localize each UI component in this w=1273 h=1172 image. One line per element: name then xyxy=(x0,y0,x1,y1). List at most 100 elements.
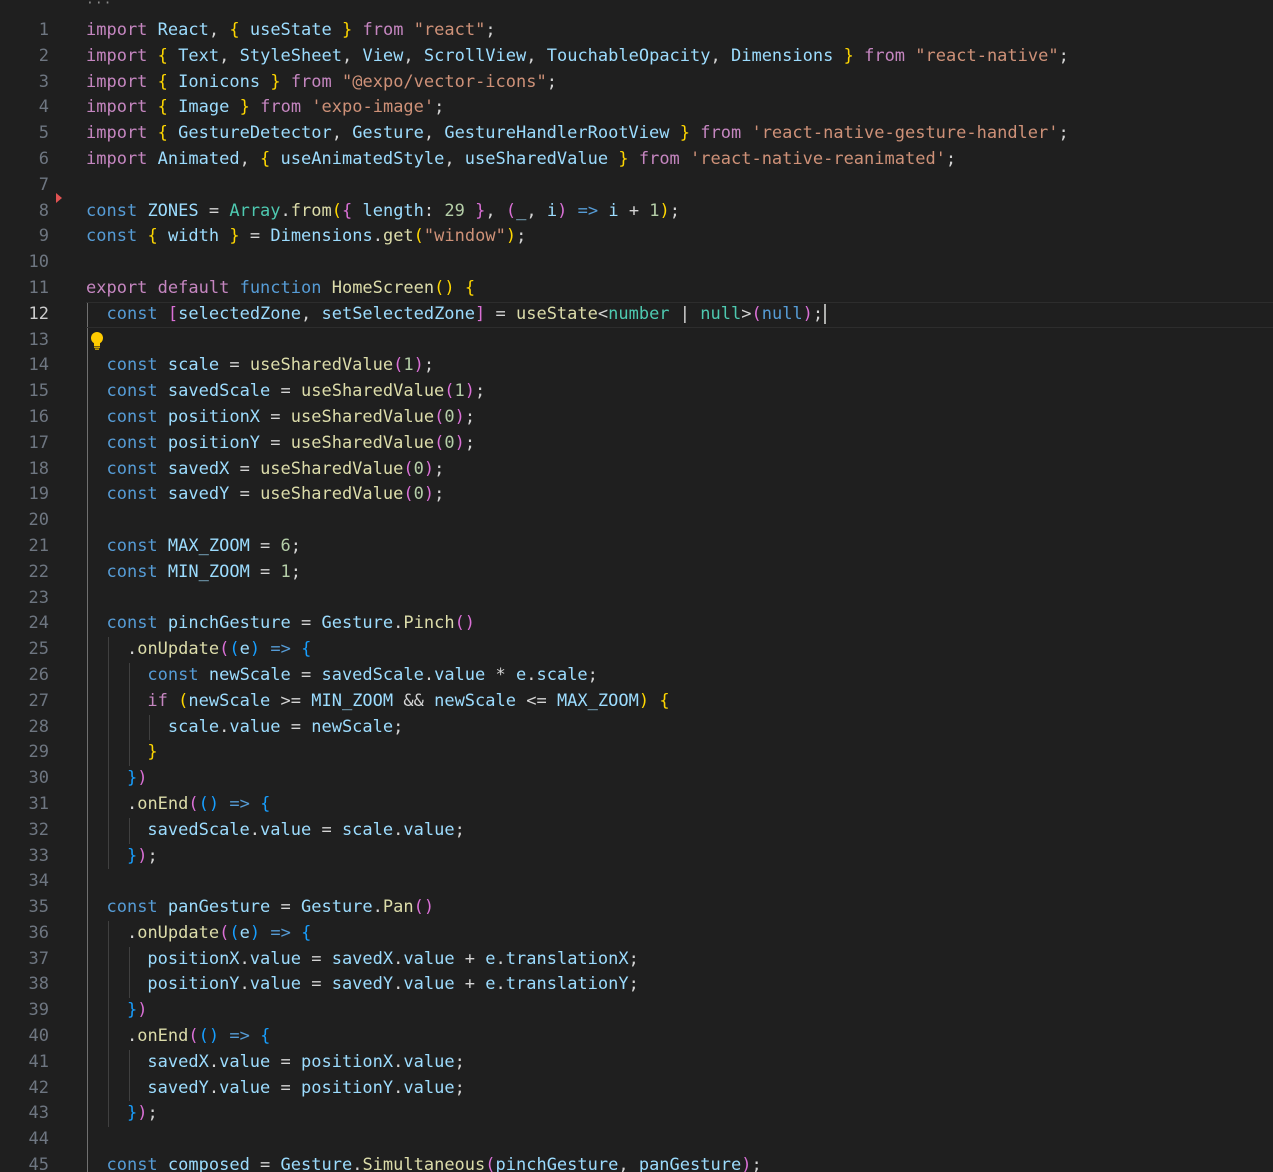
code-line-38[interactable]: 38 positionY.value = savedY.value + e.tr… xyxy=(0,972,1273,999)
code-line-7[interactable]: 7 xyxy=(0,173,1273,199)
code-text[interactable]: savedY.value = positionY.value; xyxy=(86,1076,464,1102)
code-text[interactable]: scale.value = newScale; xyxy=(86,715,403,741)
code-text[interactable]: } xyxy=(86,740,157,766)
code-text[interactable]: savedX.value = positionX.value; xyxy=(86,1050,464,1076)
code-text[interactable]: const positionY = useSharedValue(0); xyxy=(86,431,475,457)
code-line-33[interactable]: 33 }); xyxy=(0,843,1273,870)
code-text[interactable]: const { width } = Dimensions.get("window… xyxy=(86,224,526,250)
code-text[interactable]: positionY.value = savedY.value + e.trans… xyxy=(86,972,638,998)
code-line-36[interactable]: 36 .onUpdate((e) => { xyxy=(0,920,1273,947)
code-line-25[interactable]: 25 .onUpdate((e) => { xyxy=(0,637,1273,663)
code-line-28[interactable]: 28 scale.value = newScale; xyxy=(0,714,1273,741)
code-text[interactable]: savedScale.value = scale.value; xyxy=(86,818,464,844)
code-token: ) xyxy=(413,355,424,376)
code-line-42[interactable]: 42 savedY.value = positionY.value; xyxy=(0,1075,1273,1102)
code-text[interactable]: .onEnd(() => { xyxy=(86,1024,270,1050)
code-text[interactable]: const savedScale = useSharedValue(1); xyxy=(86,379,485,405)
code-text[interactable]: }) xyxy=(86,766,148,792)
code-text[interactable]: const composed = Gesture.Simultaneous(pi… xyxy=(86,1153,761,1172)
code-token: Gesture xyxy=(280,1155,353,1172)
code-line-12[interactable]: 12 const [selectedZone, setSelectedZone]… xyxy=(0,301,1273,328)
code-text[interactable]: const scale = useSharedValue(1); xyxy=(86,353,434,379)
code-line-34[interactable]: 34 xyxy=(0,869,1273,896)
code-text[interactable]: .onUpdate((e) => { xyxy=(86,921,311,947)
code-text[interactable]: import { Image } from 'expo-image'; xyxy=(86,95,444,121)
code-text[interactable]: import React, { useState } from "react"; xyxy=(86,18,496,44)
fold-indicator[interactable]: ··· xyxy=(86,0,112,11)
code-text[interactable]: const ZONES = Array.from({ length: 29 },… xyxy=(86,199,680,225)
code-line-9[interactable]: 9 const { width } = Dimensions.get("windo… xyxy=(0,224,1273,250)
code-line-37[interactable]: 37 positionX.value = savedX.value + e.tr… xyxy=(0,946,1273,973)
code-line-43[interactable]: 43 }); xyxy=(0,1101,1273,1128)
code-text[interactable]: if (newScale >= MIN_ZOOM && newScale <= … xyxy=(86,689,669,715)
code-lines[interactable]: 1 import React, { useState } from "react"… xyxy=(0,18,1273,1172)
code-line-3[interactable]: 3 import { Ionicons } from "@expo/vector-… xyxy=(0,70,1273,96)
code-line-2[interactable]: 2 import { Text, StyleSheet, View, Scroll… xyxy=(0,44,1273,70)
code-line-14[interactable]: 14 const scale = useSharedValue(1); xyxy=(0,353,1273,380)
code-line-35[interactable]: 35 const panGesture = Gesture.Pan() xyxy=(0,895,1273,921)
diff-marker-icon[interactable] xyxy=(56,192,62,203)
code-line-44[interactable]: 44 xyxy=(0,1127,1273,1154)
code-token: = xyxy=(229,484,261,505)
code-line-24[interactable]: 24 const pinchGesture = Gesture.Pinch() xyxy=(0,611,1273,638)
code-editor[interactable]: ··· 1 import React, { useState } from "re… xyxy=(0,0,1273,1172)
line-number: 34 xyxy=(28,871,49,892)
code-text[interactable]: const MIN_ZOOM = 1; xyxy=(86,560,301,586)
code-text[interactable]: }); xyxy=(86,844,158,870)
code-line-41[interactable]: 41 savedX.value = positionX.value; xyxy=(0,1049,1273,1076)
code-line-17[interactable]: 17 const positionY = useSharedValue(0); xyxy=(0,430,1273,457)
code-line-45[interactable]: 45 const composed = Gesture.Simultaneous… xyxy=(0,1153,1273,1172)
code-text[interactable]: positionX.value = savedX.value + e.trans… xyxy=(86,947,638,973)
code-text[interactable]: const [selectedZone, setSelectedZone] = … xyxy=(86,302,827,328)
code-token: from xyxy=(700,123,742,144)
code-text[interactable]: const newScale = savedScale.value * e.sc… xyxy=(86,663,598,689)
code-line-16[interactable]: 16 const positionX = useSharedValue(0); xyxy=(0,404,1273,431)
code-line-26[interactable]: 26 const newScale = savedScale.value * e… xyxy=(0,662,1273,689)
code-text[interactable]: const positionX = useSharedValue(0); xyxy=(86,405,475,431)
code-text[interactable]: }); xyxy=(86,1101,158,1127)
code-token: value xyxy=(260,819,312,840)
code-line-27[interactable]: 27 if (newScale >= MIN_ZOOM && newScale … xyxy=(0,688,1273,715)
code-token: , xyxy=(403,45,424,66)
code-text[interactable]: const pinchGesture = Gesture.Pinch() xyxy=(86,611,475,637)
code-line-13[interactable]: 13 xyxy=(0,327,1273,354)
code-line-19[interactable]: 19 const savedY = useSharedValue(0); xyxy=(0,482,1273,509)
line-number: 25 xyxy=(28,639,49,660)
code-text[interactable]: export default function HomeScreen() { xyxy=(86,276,475,302)
code-line-40[interactable]: 40 .onEnd(() => { xyxy=(0,1024,1273,1050)
code-text[interactable]: const MAX_ZOOM = 6; xyxy=(86,534,301,560)
code-text[interactable]: import { Ionicons } from "@expo/vector-i… xyxy=(86,70,557,96)
code-line-21[interactable]: 21 const MAX_ZOOM = 6; xyxy=(0,533,1273,560)
code-line-32[interactable]: 32 savedScale.value = scale.value; xyxy=(0,817,1273,844)
code-text[interactable]: import Animated, { useAnimatedStyle, use… xyxy=(86,147,956,173)
lightbulb-icon[interactable] xyxy=(89,331,105,351)
code-line-30[interactable]: 30 }) xyxy=(0,766,1273,792)
code-line-8[interactable]: 8 const ZONES = Array.from({ length: 29 }… xyxy=(0,192,1273,225)
code-line-31[interactable]: 31 .onEnd(() => { xyxy=(0,791,1273,818)
code-line-39[interactable]: 39 }) xyxy=(0,998,1273,1025)
code-line-23[interactable]: 23 xyxy=(0,585,1273,612)
code-line-1[interactable]: 1 import React, { useState } from "react"… xyxy=(0,18,1273,44)
code-text[interactable]: .onUpdate((e) => { xyxy=(86,637,311,663)
code-line-18[interactable]: 18 const savedX = useSharedValue(0); xyxy=(0,456,1273,483)
code-text[interactable]: const savedX = useSharedValue(0); xyxy=(86,457,444,483)
code-line-20[interactable]: 20 xyxy=(0,508,1273,534)
code-line-5[interactable]: 5 import { GestureDetector, Gesture, Gest… xyxy=(0,121,1273,147)
code-text[interactable]: .onEnd(() => { xyxy=(86,792,270,818)
code-text[interactable]: const panGesture = Gesture.Pan() xyxy=(86,895,434,921)
code-line-11[interactable]: 11 export default function HomeScreen() { xyxy=(0,276,1273,302)
code-text[interactable]: import { Text, StyleSheet, View, ScrollV… xyxy=(86,44,1069,70)
code-line-22[interactable]: 22 const MIN_ZOOM = 1; xyxy=(0,559,1273,586)
code-line-4[interactable]: 4 import { Image } from 'expo-image'; xyxy=(0,95,1273,121)
code-line-6[interactable]: 6 import Animated, { useAnimatedStyle, us… xyxy=(0,147,1273,173)
code-line-15[interactable]: 15 const savedScale = useSharedValue(1); xyxy=(0,379,1273,405)
line-number: 45 xyxy=(28,1155,49,1172)
code-text[interactable]: }) xyxy=(86,998,148,1024)
code-text[interactable]: const savedY = useSharedValue(0); xyxy=(86,482,444,508)
code-line-29[interactable]: 29 } xyxy=(0,740,1273,767)
code-text[interactable]: import { GestureDetector, Gesture, Gestu… xyxy=(86,121,1069,147)
code-line-10[interactable]: 10 xyxy=(0,250,1273,276)
